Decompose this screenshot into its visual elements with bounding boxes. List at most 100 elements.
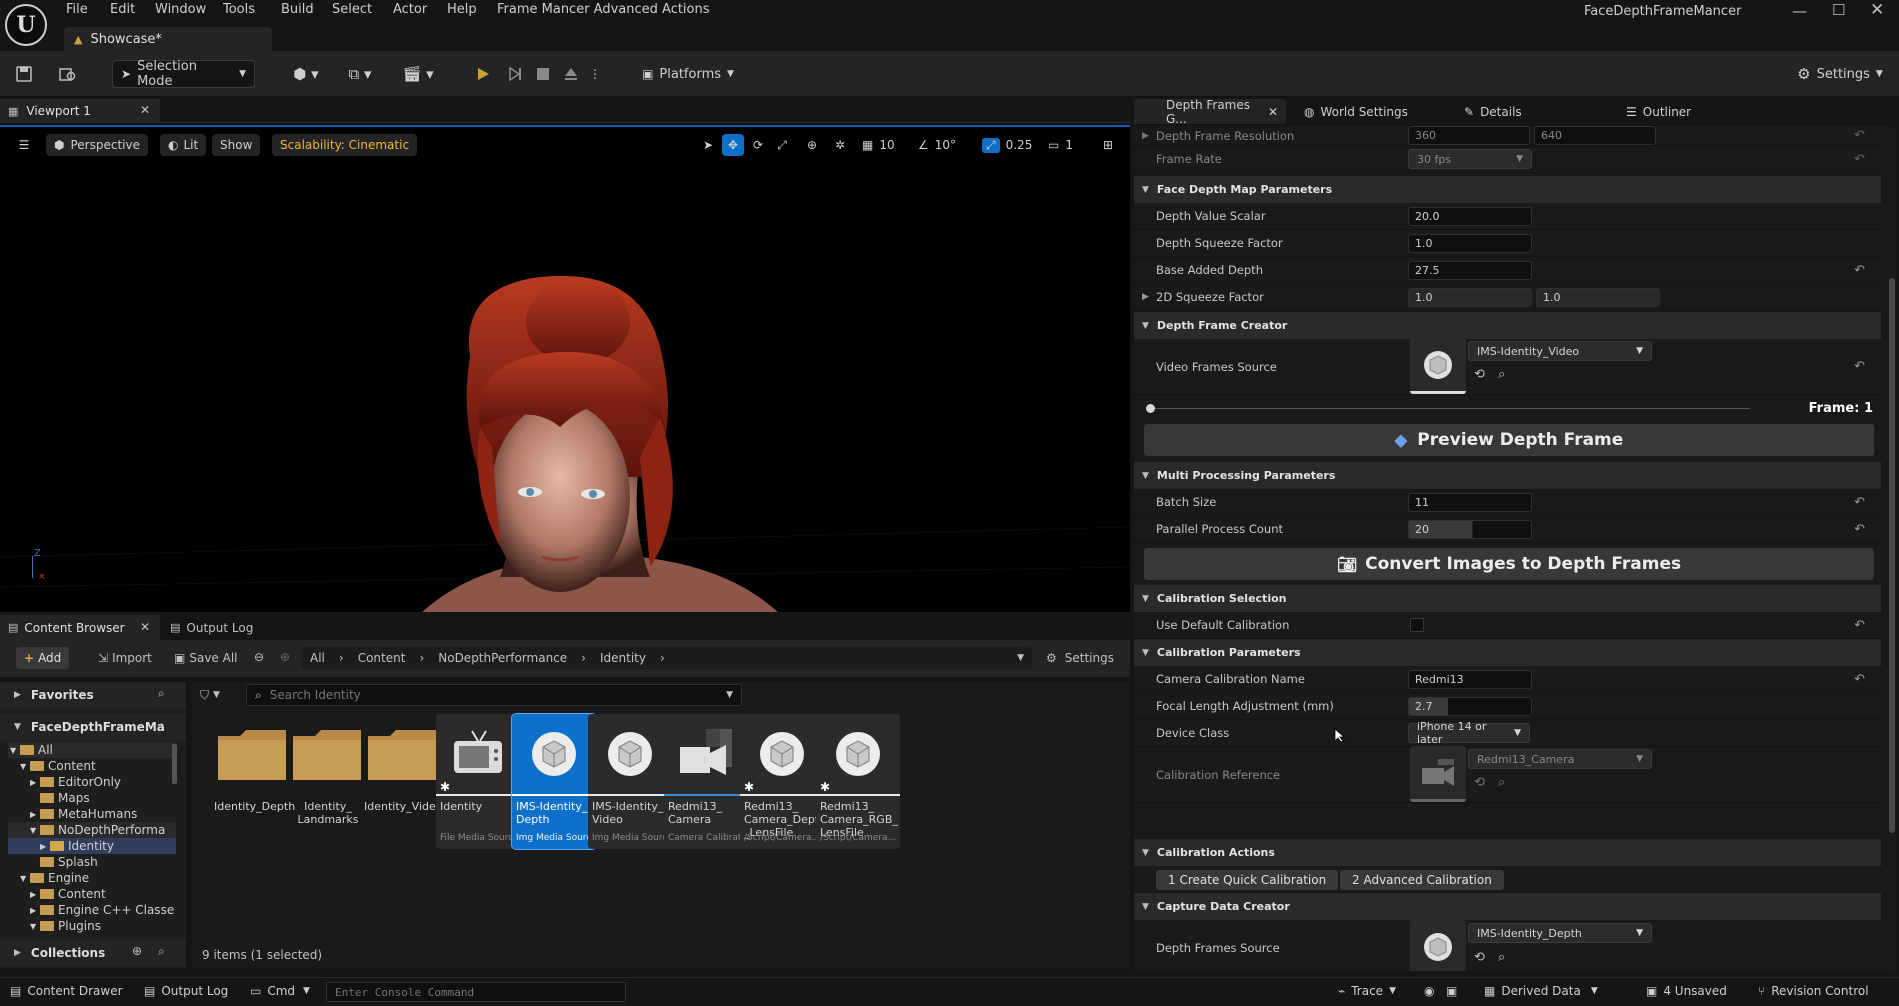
reset-icon[interactable]: ↶ <box>1854 152 1865 167</box>
close-tab-icon[interactable]: ✕ <box>1268 105 1278 119</box>
section-calibration-selection[interactable]: ▼ Calibration Selection <box>1134 585 1881 612</box>
field-focal-length-adjustment[interactable]: 2.7 <box>1408 696 1532 716</box>
calibration-reference-thumbnail[interactable] <box>1410 746 1466 802</box>
menu-build[interactable]: Build <box>281 2 314 17</box>
play-icon[interactable] <box>470 60 496 88</box>
filter-button[interactable]: ⛉ ▼ <box>200 684 234 706</box>
tree-item[interactable]: ▶ EditorOnly <box>8 774 176 790</box>
chevron-down-icon[interactable]: ▼ <box>1017 653 1024 663</box>
field-2d-squeeze-x[interactable]: 1.0 <box>1408 287 1532 307</box>
viewport[interactable]: ☰ ⬢ Perspective ◐ Lit Show Scalability: … <box>0 125 1130 612</box>
reset-icon[interactable]: ↶ <box>1854 128 1865 143</box>
add-actor-icon[interactable]: ⬢ ▾ <box>286 60 326 88</box>
advanced-calibration-button[interactable]: 2 Advanced Calibration <box>1340 870 1504 890</box>
details-scrollbar-thumb[interactable] <box>1889 278 1895 833</box>
tree-item[interactable]: ▼ Engine <box>8 870 176 886</box>
maximize-icon[interactable]: ☐ <box>1832 1 1845 19</box>
selection-mode-dropdown[interactable]: ➤ Selection Mode ▼ <box>112 59 255 89</box>
section-capture-data-creator[interactable]: ▼ Capture Data Creator <box>1134 893 1881 920</box>
breadcrumb-all[interactable]: All <box>310 651 325 665</box>
convert-images-button[interactable]: 📷︎ Convert Images to Depth Frames <box>1144 548 1874 580</box>
show-button[interactable]: Show <box>212 134 261 156</box>
asset-tile[interactable]: ✱ Redmi13_ Camera_RGB_ LensFile/Script/Ca… <box>816 714 900 849</box>
lit-button[interactable]: ◐ Lit <box>160 134 207 156</box>
menu-tools[interactable]: Tools <box>223 2 255 17</box>
create-quick-calibration-button[interactable]: 1 Create Quick Calibration <box>1156 870 1339 890</box>
add-button[interactable]: + Add <box>16 647 70 669</box>
tab-depth-frames-generator[interactable]: Depth Frames G... ✕ <box>1134 98 1286 126</box>
browse-asset-icon[interactable]: ⌕ <box>1498 950 1505 965</box>
screenshot-icon[interactable]: ▣ <box>1446 984 1457 998</box>
field-camera-calibration-name[interactable]: Redmi13 <box>1408 669 1532 689</box>
unsaved-button[interactable]: ▣ 4 Unsaved <box>1646 984 1727 998</box>
asset-tile[interactable]: ✱ Redmi13_ Camera_Depth _LensFile/Script/… <box>740 714 826 849</box>
reset-icon[interactable]: ↶ <box>1854 263 1865 278</box>
breadcrumb-identity[interactable]: Identity <box>600 651 646 665</box>
scale-snap-button[interactable]: ⤢ 0.25 <box>982 134 1036 156</box>
cinematics-icon[interactable]: 🎬︎ ▾ <box>398 60 438 88</box>
history-forward-icon[interactable]: ⊕ <box>280 650 290 664</box>
device-class-dropdown[interactable]: iPhone 14 or later ▼ <box>1408 720 1530 746</box>
asset-tile[interactable]: Identity_Video <box>360 714 444 849</box>
field-2d-squeeze-y[interactable]: 1.0 <box>1536 287 1660 307</box>
tree-item[interactable]: ▼ Plugins <box>8 918 176 934</box>
tree-item[interactable]: ▶ Identity <box>8 838 176 854</box>
asset-tile[interactable]: IMS-Identity_ Depth Img Media Source <box>511 713 597 850</box>
reset-icon[interactable]: ↶ <box>1854 495 1865 510</box>
tree-item[interactable]: Maps <box>8 790 176 806</box>
viewport-layout-icon[interactable]: ⊞ <box>1098 134 1118 156</box>
tree-scrollbar[interactable] <box>172 744 177 784</box>
frame-rate-dropdown[interactable]: 30 fps ▼ <box>1408 149 1532 169</box>
section-depth-frame-creator[interactable]: ▼ Depth Frame Creator <box>1134 312 1881 339</box>
menu-select[interactable]: Select <box>332 2 372 17</box>
expand-icon[interactable]: ▶ <box>30 810 40 819</box>
expand-icon[interactable]: ▶ <box>40 842 50 851</box>
tree-item[interactable]: ▶ Engine C++ Classe <box>8 902 176 918</box>
blueprint-icon[interactable]: ⧉ ▾ <box>340 60 380 88</box>
cmd-dropdown[interactable]: ▭ Cmd ▼ <box>250 984 310 998</box>
section-calibration-actions[interactable]: ▼ Calibration Actions <box>1134 839 1881 866</box>
preview-depth-frame-button[interactable]: ⬥ Preview Depth Frame <box>1144 424 1874 456</box>
tree-item[interactable]: ▶ MetaHumans <box>8 806 176 822</box>
record-icon[interactable]: ◉ <box>1424 984 1434 998</box>
reset-icon[interactable]: ↶ <box>1854 672 1865 687</box>
browse-asset-icon[interactable]: ⌕ <box>1498 775 1505 790</box>
field-resolution-width[interactable]: 360 <box>1408 126 1530 145</box>
menu-edit[interactable]: Edit <box>110 2 135 17</box>
surface-snap-icon[interactable]: ✲ <box>830 134 850 156</box>
asset-tile[interactable]: Redmi13_ Camera Camera Calibration <box>664 714 748 849</box>
unreal-logo-icon[interactable]: U <box>5 4 47 46</box>
import-button[interactable]: ⇲ Import <box>98 647 152 669</box>
reset-icon[interactable]: ↶ <box>1854 618 1865 633</box>
reset-icon[interactable]: ↶ <box>1854 359 1865 374</box>
save-icon[interactable] <box>12 60 36 88</box>
content-drawer-button[interactable]: ▤ Content Drawer <box>10 984 123 998</box>
asset-tile[interactable]: ✱ Identity File Media Source <box>436 714 520 849</box>
browse-icon[interactable] <box>56 60 80 88</box>
world-space-icon[interactable]: ⊕ <box>802 134 822 156</box>
menu-actor[interactable]: Actor <box>393 2 427 17</box>
grid-snap-button[interactable]: ▦ 10 <box>862 134 895 156</box>
scale-tool-icon[interactable]: ⤢ <box>772 134 792 156</box>
content-settings-button[interactable]: ⚙ Settings <box>1046 647 1114 669</box>
viewport-tab[interactable]: ▦ Viewport 1 ✕ <box>0 99 160 123</box>
search-icon[interactable]: ⌕ <box>158 686 165 701</box>
use-selected-icon[interactable]: ⟲ <box>1474 775 1485 790</box>
video-frames-source-dropdown[interactable]: IMS-Identity_Video ▼ <box>1468 341 1652 361</box>
camera-speed-button[interactable]: ▭ 1 <box>1048 134 1073 156</box>
use-selected-icon[interactable]: ⟲ <box>1474 367 1485 382</box>
tab-content-browser[interactable]: ▤ Content Browser ✕ <box>0 615 160 640</box>
field-depth-value-scalar[interactable]: 20.0 <box>1408 206 1532 226</box>
section-calibration-parameters[interactable]: ▼ Calibration Parameters <box>1134 639 1881 666</box>
section-multi-processing-parameters[interactable]: ▼ Multi Processing Parameters <box>1134 462 1881 489</box>
breadcrumb-content[interactable]: Content <box>358 651 406 665</box>
search-icon[interactable]: ⌕ <box>158 944 165 959</box>
step-icon[interactable] <box>502 60 528 88</box>
output-log-button[interactable]: ▤ Output Log <box>144 984 228 998</box>
search-icon[interactable]: ⌕ <box>158 718 165 733</box>
close-tab-icon[interactable]: ✕ <box>140 620 150 634</box>
expand-icon[interactable]: ▼ <box>10 746 20 755</box>
menu-frame-mancer-advanced-actions[interactable]: Frame Mancer Advanced Actions <box>497 2 710 17</box>
minimize-icon[interactable]: — <box>1792 2 1807 20</box>
select-tool-icon[interactable]: ➤ <box>698 134 718 156</box>
